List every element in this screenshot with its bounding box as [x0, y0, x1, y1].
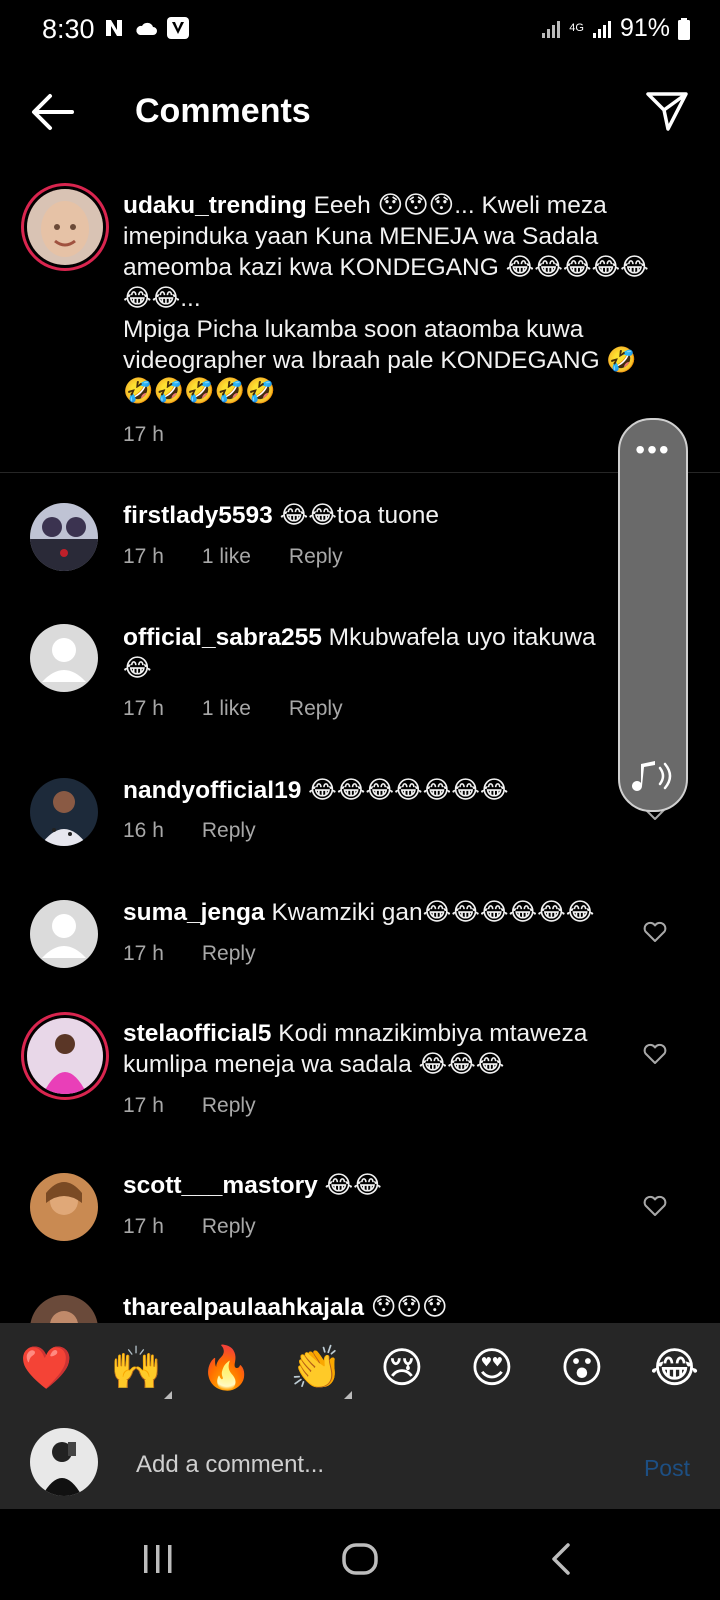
avatar[interactable] — [30, 900, 98, 968]
comment-body: official_sabra255 Mkubwafela uyo itakuwa… — [123, 622, 623, 684]
comment-time: 17 h — [123, 545, 164, 568]
raised-hands-emoji: 🙌 — [110, 1344, 163, 1391]
reply-button[interactable]: Reply — [202, 1094, 256, 1118]
comment-body: udaku_trending Eeeh 😯😯😯... Kweli meza im… — [123, 190, 653, 407]
status-bar: 8:30 4G 91% — [0, 0, 720, 60]
clapping-hands-emoji: 👏 — [290, 1344, 343, 1391]
emoji-reaction-bar: ❤️ 🙌 🔥 👏 😢 😍 😮 😂 — [0, 1323, 720, 1423]
reply-button[interactable]: Reply — [202, 942, 256, 966]
like-button[interactable] — [642, 1192, 668, 1218]
comment-time: 17 h — [123, 1215, 164, 1238]
send-icon — [646, 92, 688, 131]
more-options-icon[interactable]: ••• — [620, 436, 686, 464]
signal-icon-2 — [592, 19, 612, 39]
comment-text: 😂😂 — [324, 1172, 382, 1199]
post-button[interactable]: Post — [644, 1455, 690, 1482]
comment-time: 17 h — [123, 697, 164, 720]
red-heart-emoji-button[interactable]: ❤️ — [20, 1343, 72, 1393]
tears-of-joy-emoji-button[interactable]: 😂 — [650, 1343, 699, 1393]
netflix-notification-icon — [104, 18, 126, 38]
comment-input[interactable]: Add a comment... — [136, 1451, 324, 1479]
comment-body: scott___mastory 😂😂 — [123, 1170, 623, 1201]
raised-hands-emoji-button[interactable]: 🙌 — [110, 1343, 173, 1399]
divider — [0, 472, 720, 473]
comment-body: tharealpaulaahkajala 😯😯😯 — [123, 1292, 623, 1323]
like-button[interactable] — [642, 1040, 668, 1066]
bald-face-avatar-image — [27, 189, 103, 265]
crying-face-emoji-button[interactable]: 😢 — [380, 1343, 424, 1393]
avatar[interactable] — [30, 624, 98, 692]
comment-username[interactable]: official_sabra255 — [123, 624, 322, 651]
battery-icon — [678, 17, 690, 40]
default-user-icon — [42, 914, 86, 958]
battery-percent: 91% — [619, 14, 670, 42]
two-women-avatar-image — [30, 503, 98, 571]
comment-username[interactable]: udaku_trending — [123, 192, 307, 219]
comment-text: 😯😯😯 — [370, 1294, 448, 1321]
avatar[interactable] — [27, 1018, 103, 1094]
like-count[interactable]: 1 like — [202, 697, 251, 721]
comment-text: 😂😂😂😂😂😂😂 — [308, 777, 509, 804]
avatar[interactable] — [30, 1173, 98, 1241]
back-arrow-icon — [32, 94, 74, 130]
heart-icon — [643, 921, 667, 942]
reply-button[interactable]: Reply — [289, 697, 343, 721]
network-type: 4G — [569, 22, 584, 34]
comment-username[interactable]: stelaofficial5 — [123, 1020, 271, 1047]
avatar[interactable] — [27, 189, 103, 265]
default-user-icon — [42, 638, 86, 682]
user-selfie-avatar-image — [30, 1428, 98, 1496]
home-icon[interactable] — [340, 1539, 380, 1579]
comment-input-bar: Add a comment... Post — [0, 1423, 720, 1509]
woman-pink-dress-avatar-image — [27, 1018, 103, 1094]
comment-username[interactable]: tharealpaulaahkajala — [123, 1294, 364, 1321]
woman-avatar-image — [30, 1173, 98, 1241]
comment-text: 😂😂toa tuone — [279, 502, 440, 529]
reply-button[interactable]: Reply — [202, 1215, 256, 1239]
avatar[interactable] — [30, 778, 98, 846]
v-app-icon — [166, 16, 190, 40]
comment-username[interactable]: suma_jenga — [123, 899, 265, 926]
comment-body: stelaofficial5 Kodi mnazikimbiya mtaweza… — [123, 1018, 623, 1080]
like-button[interactable] — [642, 918, 668, 944]
signal-icon — [541, 19, 561, 39]
heart-icon — [643, 1195, 667, 1216]
current-user-avatar[interactable] — [30, 1428, 98, 1496]
avatar[interactable] — [30, 503, 98, 571]
comment-username[interactable]: scott___mastory — [123, 1172, 318, 1199]
woman-avatar-image — [30, 778, 98, 846]
back-button[interactable] — [28, 90, 78, 134]
recent-apps-icon[interactable] — [138, 1539, 178, 1579]
comment-text: Kwamziki gan😂😂😂😂😂😂 — [271, 899, 595, 926]
comment-time: 16 h — [123, 819, 164, 842]
clapping-hands-emoji-button[interactable]: 👏 — [290, 1343, 353, 1399]
share-button[interactable] — [644, 88, 690, 134]
status-time: 8:30 — [42, 14, 95, 44]
heart-eyes-emoji-button[interactable]: 😍 — [470, 1343, 514, 1393]
back-nav-icon[interactable] — [542, 1539, 582, 1579]
comment-time: 17 h — [123, 423, 164, 446]
comments-header: Comments — [0, 70, 720, 154]
cloud-icon — [134, 20, 158, 36]
comment-time: 17 h — [123, 1094, 164, 1117]
heart-icon — [643, 1043, 667, 1064]
comment-body: firstlady5593 😂😂toa tuone — [123, 500, 623, 531]
system-nav-bar — [0, 1509, 720, 1600]
floating-media-panel[interactable]: ••• — [618, 418, 688, 812]
reply-button[interactable]: Reply — [202, 819, 256, 843]
music-sound-icon[interactable] — [632, 758, 674, 794]
page-title: Comments — [135, 92, 311, 130]
comment-username[interactable]: firstlady5593 — [123, 502, 273, 529]
reply-button[interactable]: Reply — [289, 545, 343, 569]
surprised-face-emoji-button[interactable]: 😮 — [560, 1343, 604, 1393]
fire-emoji-button[interactable]: 🔥 — [200, 1343, 252, 1393]
like-count[interactable]: 1 like — [202, 545, 251, 569]
comment-username[interactable]: nandyofficial19 — [123, 777, 301, 804]
comment-body: suma_jenga Kwamziki gan😂😂😂😂😂😂 — [123, 897, 623, 928]
comment-text-continued: Mpiga Picha lukamba soon ataomba kuwa vi… — [123, 316, 637, 405]
comment-body: nandyofficial19 😂😂😂😂😂😂😂 — [123, 775, 623, 806]
comment-time: 17 h — [123, 942, 164, 965]
